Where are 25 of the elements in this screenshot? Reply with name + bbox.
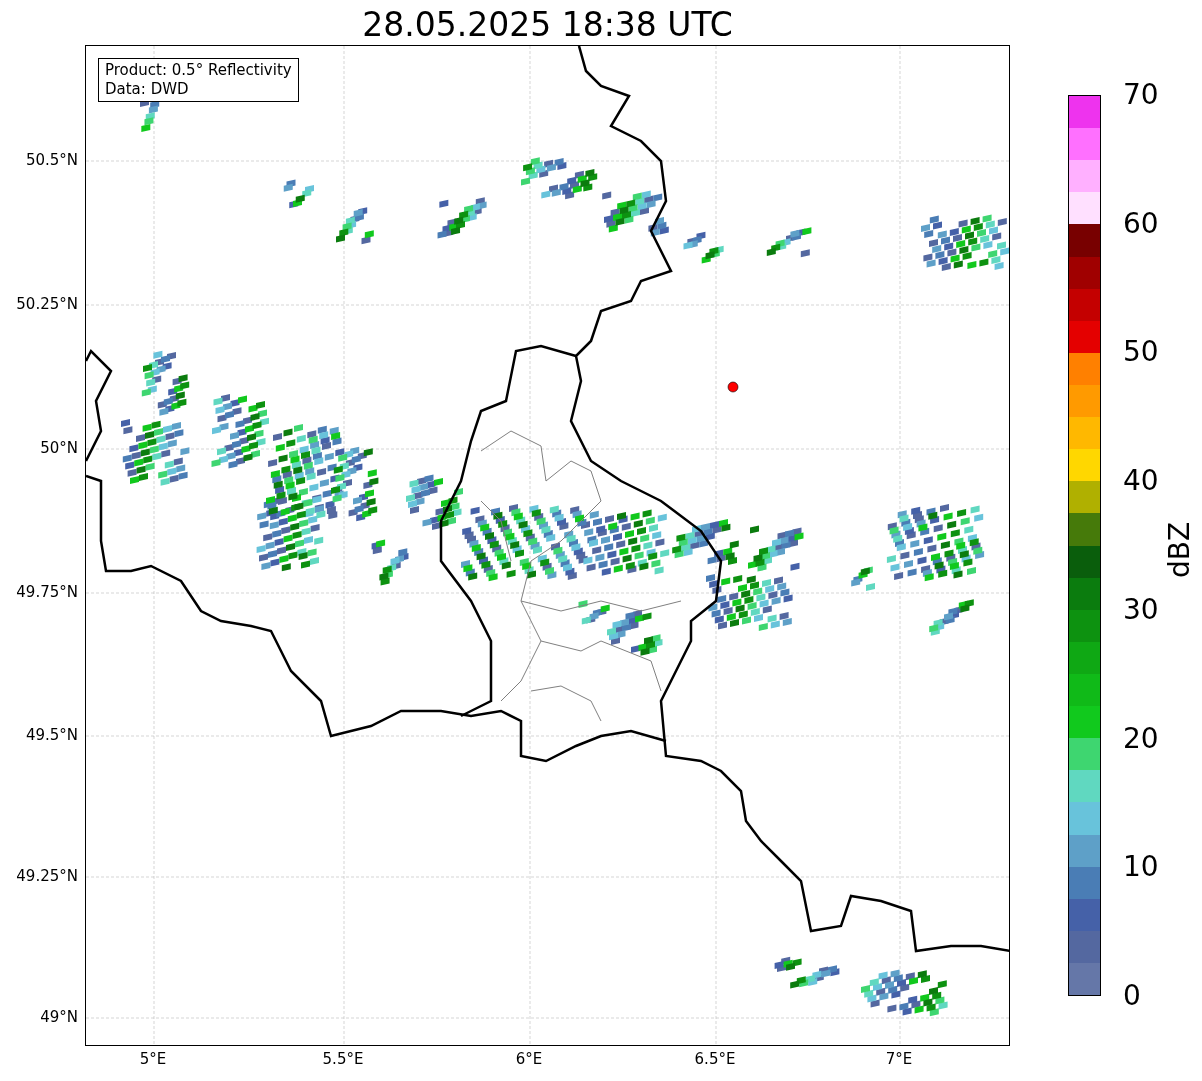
longitude-label: 6.5°E: [694, 1050, 736, 1068]
latitude-label: 49°N: [40, 1008, 78, 1026]
longitude-label: 6°E: [515, 1050, 543, 1068]
colorbar-tick-label: 70: [1123, 79, 1159, 111]
chart-title: 28.05.2025 18:38 UTC: [361, 4, 734, 46]
colorbar-tick-label: 30: [1123, 593, 1159, 626]
latitude-label: 50.5°N: [25, 151, 78, 169]
longitude-label: 5.5°E: [322, 1050, 364, 1068]
colorbar-tick-label: 40: [1123, 465, 1159, 498]
latitude-label: 49.5°N: [25, 726, 78, 744]
latitude-label: 49.75°N: [16, 583, 78, 601]
colorbar-tick-label: 10: [1123, 851, 1159, 884]
info-text: Product: 0.5° Reflectivity: [105, 61, 292, 80]
latitude-label: 50°N: [40, 439, 78, 457]
longitude-label: 5°E: [139, 1050, 167, 1068]
info-text: Data: DWD: [105, 80, 190, 99]
colorbar-tick-label: 50: [1123, 336, 1159, 369]
latitude-label: 49.25°N: [16, 867, 78, 885]
location-marker: [727, 381, 739, 393]
latitude-label: 50.25°N: [16, 295, 78, 313]
longitude-label: 7°E: [885, 1050, 913, 1068]
colorbar-tick-label: 60: [1123, 207, 1159, 240]
colorbar-tick-label: 20: [1123, 722, 1159, 755]
colorbar-tick-label: 0: [1123, 980, 1141, 1012]
colorbar-label: dBZ: [1162, 520, 1197, 580]
